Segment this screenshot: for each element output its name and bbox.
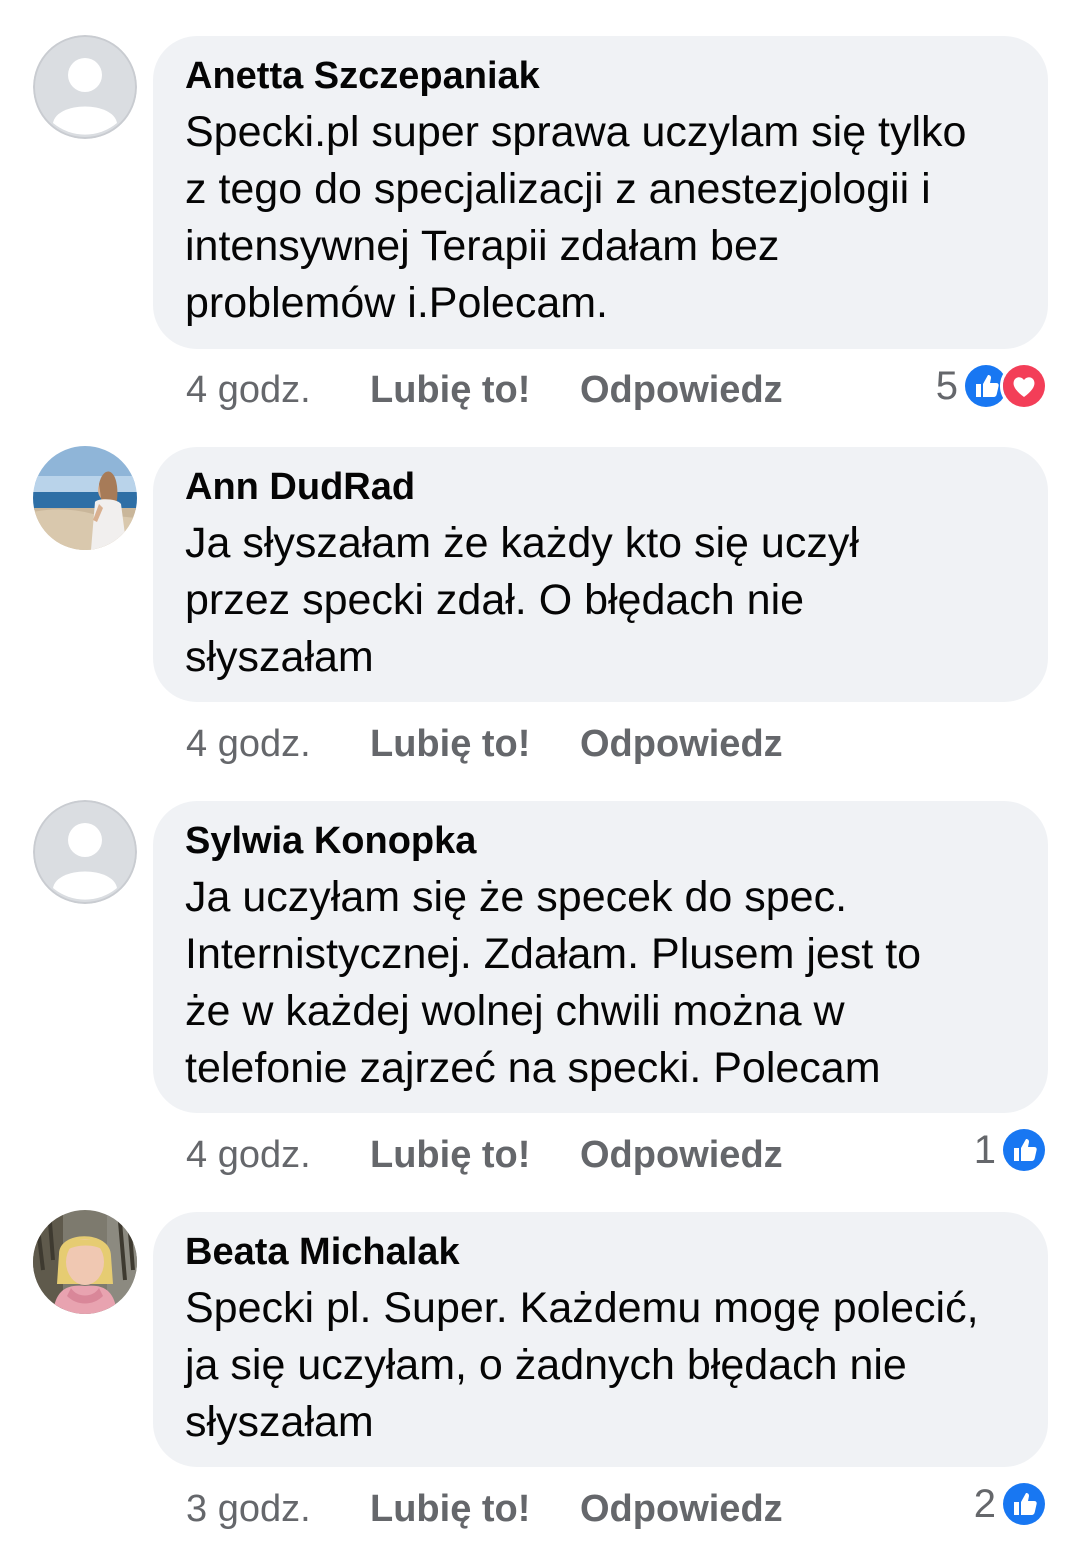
- reply-button[interactable]: Odpowiedz: [580, 368, 783, 412]
- comment-text: Specki.pl super sprawa uczylam się tylko…: [185, 108, 967, 327]
- love-icon: [1000, 362, 1048, 410]
- reply-button[interactable]: Odpowiedz: [580, 1487, 783, 1531]
- comment-text: Ja słyszałam że każdy kto się uczył prze…: [185, 519, 859, 681]
- reaction-count: 5: [935, 363, 958, 408]
- comment-time[interactable]: 4 godz.: [186, 368, 311, 412]
- comment-time[interactable]: 4 godz.: [186, 1133, 311, 1177]
- reply-button[interactable]: Odpowiedz: [580, 722, 783, 766]
- comment-text: Ja uczyłam się że specek do spec. Intern…: [185, 873, 922, 1092]
- comment-author[interactable]: Beata Michalak: [185, 1230, 1018, 1274]
- like-icon: [1000, 1480, 1048, 1528]
- comment-text: Specki pl. Super. Każdemu mogę polecić, …: [185, 1284, 979, 1446]
- like-icon: [1000, 1126, 1048, 1174]
- like-button[interactable]: Lubię to!: [370, 368, 530, 412]
- reactions-summary[interactable]: 5: [935, 362, 1048, 410]
- avatar[interactable]: [33, 35, 137, 139]
- avatar[interactable]: [33, 446, 137, 550]
- comment-bubble: Beata Michalak Specki pl. Super. Każdemu…: [153, 1212, 1048, 1467]
- portrait-photo-avatar-icon: [33, 1210, 137, 1314]
- avatar[interactable]: [33, 800, 137, 904]
- comment-bubble: Ann DudRad Ja słyszałam że każdy kto się…: [153, 447, 1048, 702]
- reply-button[interactable]: Odpowiedz: [580, 1133, 783, 1177]
- comment-time[interactable]: 4 godz.: [186, 722, 311, 766]
- reactions-summary[interactable]: 2: [973, 1480, 1048, 1528]
- like-button[interactable]: Lubię to!: [370, 1487, 530, 1531]
- comment-time[interactable]: 3 godz.: [186, 1487, 311, 1531]
- reaction-count: 2: [973, 1481, 996, 1526]
- avatar[interactable]: [33, 1210, 137, 1314]
- comment-bubble: Sylwia Konopka Ja uczyłam się że specek …: [153, 801, 1048, 1113]
- reaction-count: 1: [973, 1127, 996, 1172]
- default-avatar-icon: [33, 35, 137, 139]
- reactions-summary[interactable]: 1: [973, 1126, 1048, 1174]
- beach-photo-avatar-icon: [33, 446, 137, 550]
- default-avatar-icon: [33, 800, 137, 904]
- comment-author[interactable]: Sylwia Konopka: [185, 819, 1018, 863]
- comment-author[interactable]: Anetta Szczepaniak: [185, 54, 1018, 98]
- comment-author[interactable]: Ann DudRad: [185, 465, 1018, 509]
- like-button[interactable]: Lubię to!: [370, 722, 530, 766]
- comment-bubble: Anetta Szczepaniak Specki.pl super spraw…: [153, 36, 1048, 349]
- like-button[interactable]: Lubię to!: [370, 1133, 530, 1177]
